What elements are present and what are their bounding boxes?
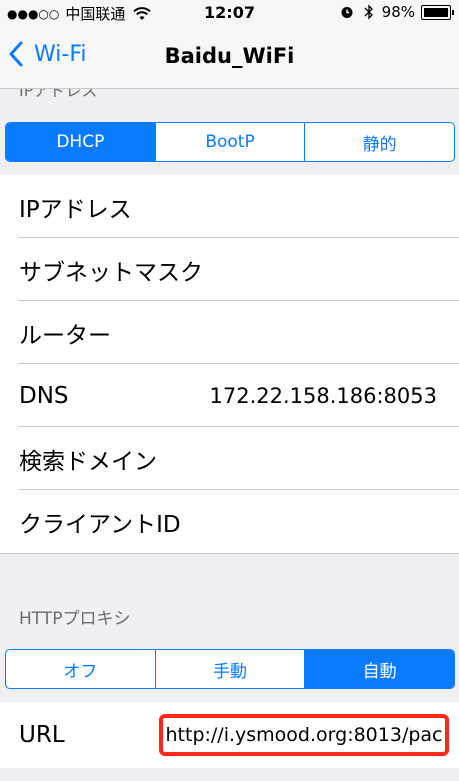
ip-mode-segmented-control[interactable]: DHCP BootP 静的 (5, 122, 455, 162)
row-ip-address[interactable]: IPアドレス (0, 175, 459, 238)
proxy-url-group: URL http://i.ysmood.org:8013/pac (0, 702, 459, 768)
row-client-id[interactable]: クライアントID (0, 490, 459, 553)
battery-icon (421, 4, 454, 20)
ip-section-header: IPアドレス (19, 89, 98, 99)
row-router[interactable]: ルーター (0, 301, 459, 364)
url-label: URL (19, 722, 65, 748)
row-subnet-mask[interactable]: サブネットマスク (0, 238, 459, 301)
row-label: 検索ドメイン (19, 448, 157, 475)
segment-dhcp[interactable]: DHCP (6, 123, 155, 161)
status-bar: ●●●○○ 中国联通 12:07 98% (0, 0, 459, 24)
http-proxy-header: HTTPプロキシ (19, 609, 131, 629)
url-value: http://i.ysmood.org:8013/pac (165, 724, 443, 746)
row-label: クライアントID (19, 511, 181, 538)
row-label: ルーター (19, 322, 111, 349)
alarm-icon (341, 7, 353, 18)
row-search-domain[interactable]: 検索ドメイン (0, 427, 459, 490)
segment-bootp[interactable]: BootP (154, 123, 305, 161)
segment-manual[interactable]: 手動 (154, 650, 305, 688)
battery-percent: 98% (381, 3, 415, 21)
ip-settings-group: IPアドレス サブネットマスク ルーター DNS 172.22.158.186:… (0, 175, 459, 554)
segment-off[interactable]: オフ (6, 650, 155, 688)
ip-section-header-clipped: IPアドレス (0, 89, 459, 99)
dns-value[interactable]: 172.22.158.186:8053 (209, 384, 437, 408)
status-right: 98% (340, 3, 454, 21)
bluetooth-icon (364, 4, 373, 20)
proxy-mode-segmented-control[interactable]: オフ 手動 自動 (5, 649, 455, 689)
row-label: DNS (19, 382, 69, 409)
url-field[interactable]: http://i.ysmood.org:8013/pac (159, 714, 449, 756)
navigation-bar: Wi-Fi Baidu_WiFi (0, 24, 459, 89)
page-title: Baidu_WiFi (164, 44, 295, 68)
row-label: IPアドレス (19, 196, 132, 223)
row-dns[interactable]: DNS 172.22.158.186:8053 (0, 364, 459, 427)
segment-auto[interactable]: 自動 (304, 650, 454, 688)
row-label: サブネットマスク (19, 259, 203, 286)
row-url[interactable]: URL http://i.ysmood.org:8013/pac (0, 702, 459, 768)
segment-static[interactable]: 静的 (304, 123, 454, 161)
